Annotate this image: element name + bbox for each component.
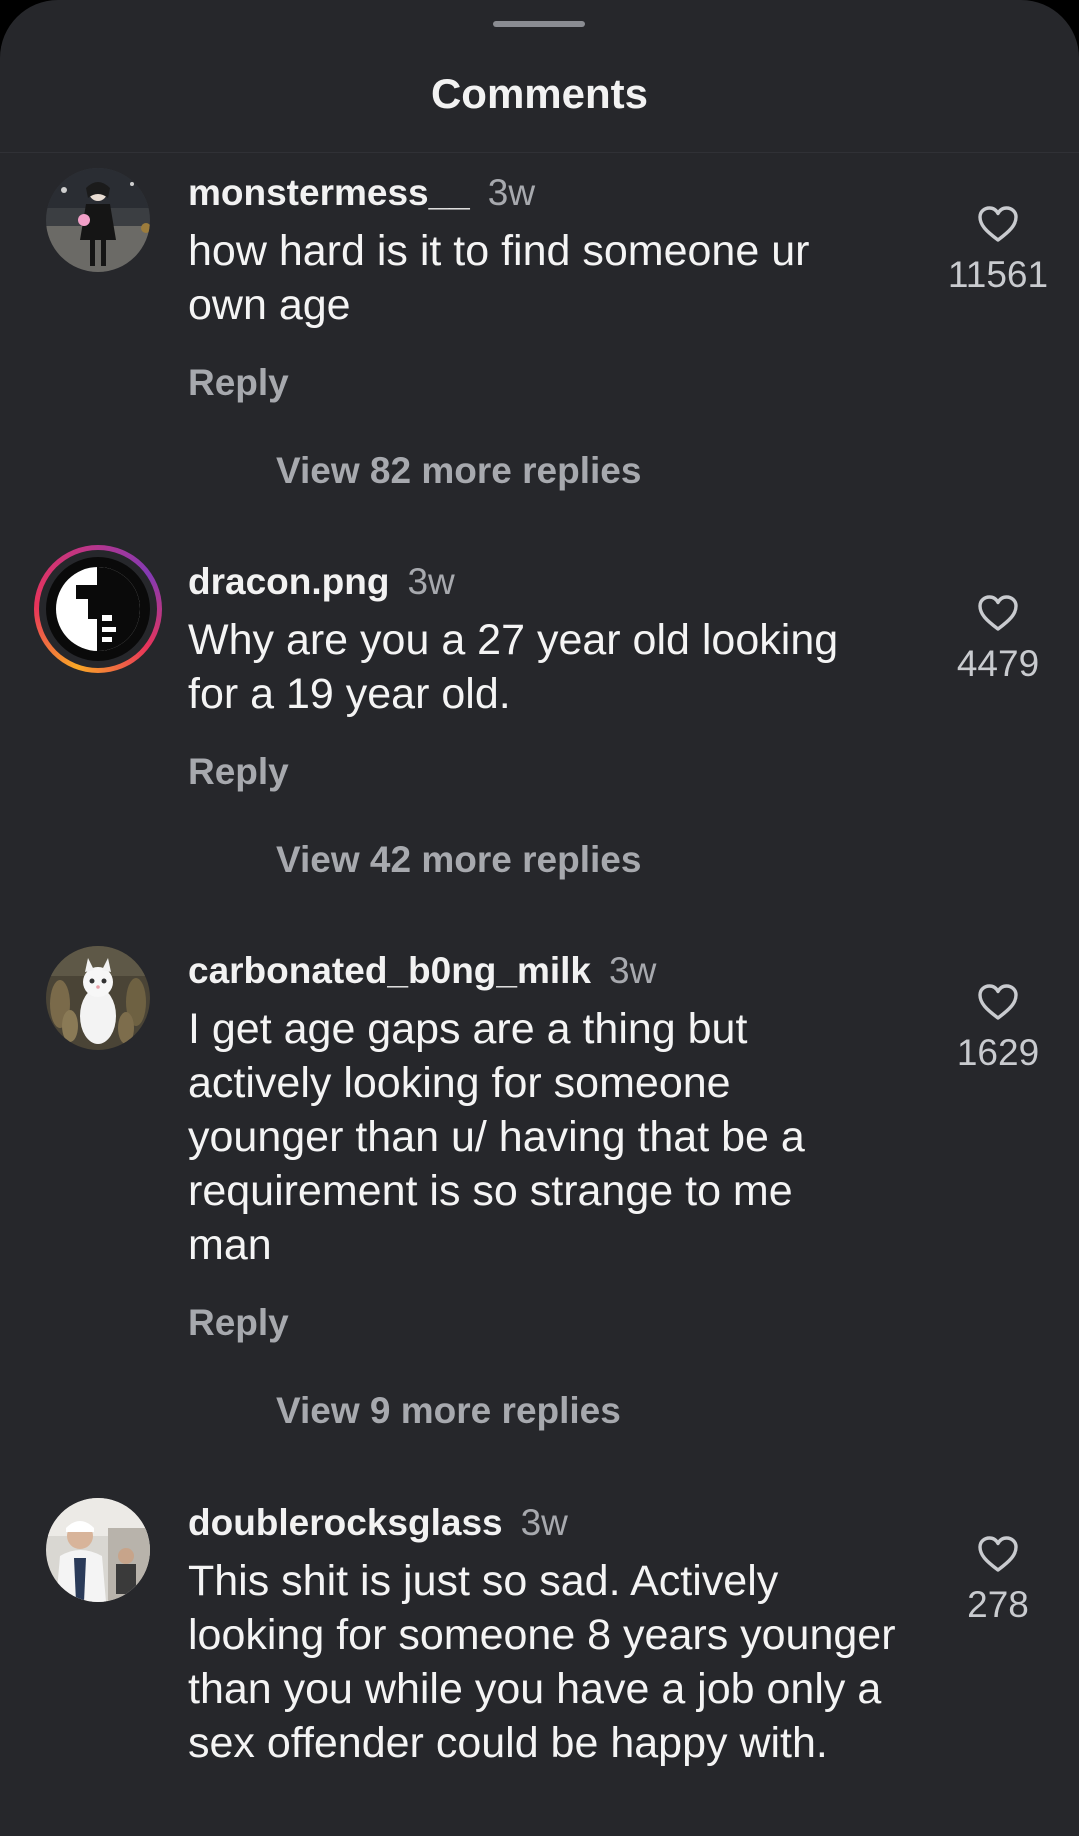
avatar[interactable]	[46, 168, 150, 272]
avatar	[46, 557, 150, 661]
comment-meta: carbonated_b0ng_milk 3w	[188, 946, 656, 996]
heart-icon	[978, 595, 1018, 631]
username[interactable]: dracon.png	[188, 561, 389, 602]
comment-text: I get age gaps are a thing but actively …	[188, 1005, 805, 1269]
username[interactable]: carbonated_b0ng_milk	[188, 950, 591, 991]
timestamp: 3w	[487, 172, 536, 213]
heart-icon	[978, 984, 1018, 1020]
like-button[interactable]: 4479	[930, 593, 1066, 689]
username[interactable]: doublerocksglass	[188, 1502, 503, 1543]
comment-meta: monstermess__ 3w	[188, 168, 535, 218]
like-count: 4479	[956, 643, 1040, 684]
reply-button[interactable]: Reply	[188, 358, 289, 408]
reply-button[interactable]: Reply	[188, 747, 289, 797]
avatar[interactable]	[46, 1498, 150, 1602]
sheet-title: Comments	[430, 70, 649, 117]
comment-text: This shit is just so sad. Actively looki…	[188, 1557, 896, 1767]
comments-sheet: Comments monstermess__ 3w how hard is it…	[0, 0, 1079, 1836]
avatar-image	[46, 557, 150, 661]
avatar-image	[46, 946, 150, 1050]
username[interactable]: monstermess__	[188, 172, 470, 213]
like-count: 11561	[947, 254, 1049, 295]
comment-text: how hard is it to find someone ur own ag…	[188, 227, 810, 329]
story-ring[interactable]	[34, 545, 162, 673]
comment-meta: doublerocksglass 3w	[188, 1498, 568, 1548]
like-count: 1629	[956, 1032, 1040, 1073]
reply-button[interactable]: Reply	[188, 1298, 289, 1348]
view-more-replies-button[interactable]: View 42 more replies	[276, 835, 641, 885]
like-button[interactable]: 278	[930, 1534, 1066, 1630]
like-button[interactable]: 11561	[930, 204, 1066, 300]
avatar-image	[46, 1498, 150, 1602]
header-divider	[0, 152, 1079, 153]
view-more-replies-button[interactable]: View 9 more replies	[276, 1386, 621, 1436]
heart-icon	[978, 206, 1018, 242]
heart-icon	[978, 1536, 1018, 1572]
comment-text: Why are you a 27 year old looking for a …	[188, 616, 839, 718]
timestamp: 3w	[407, 561, 455, 602]
view-more-replies-button[interactable]: View 82 more replies	[276, 446, 641, 496]
timestamp: 3w	[609, 950, 657, 991]
avatar-image	[46, 168, 150, 272]
drag-handle[interactable]	[493, 21, 585, 27]
like-count: 278	[967, 1584, 1029, 1625]
avatar[interactable]	[46, 946, 150, 1050]
like-button[interactable]: 1629	[930, 982, 1066, 1078]
comment-meta: dracon.png 3w	[188, 557, 455, 607]
timestamp: 3w	[520, 1502, 568, 1543]
